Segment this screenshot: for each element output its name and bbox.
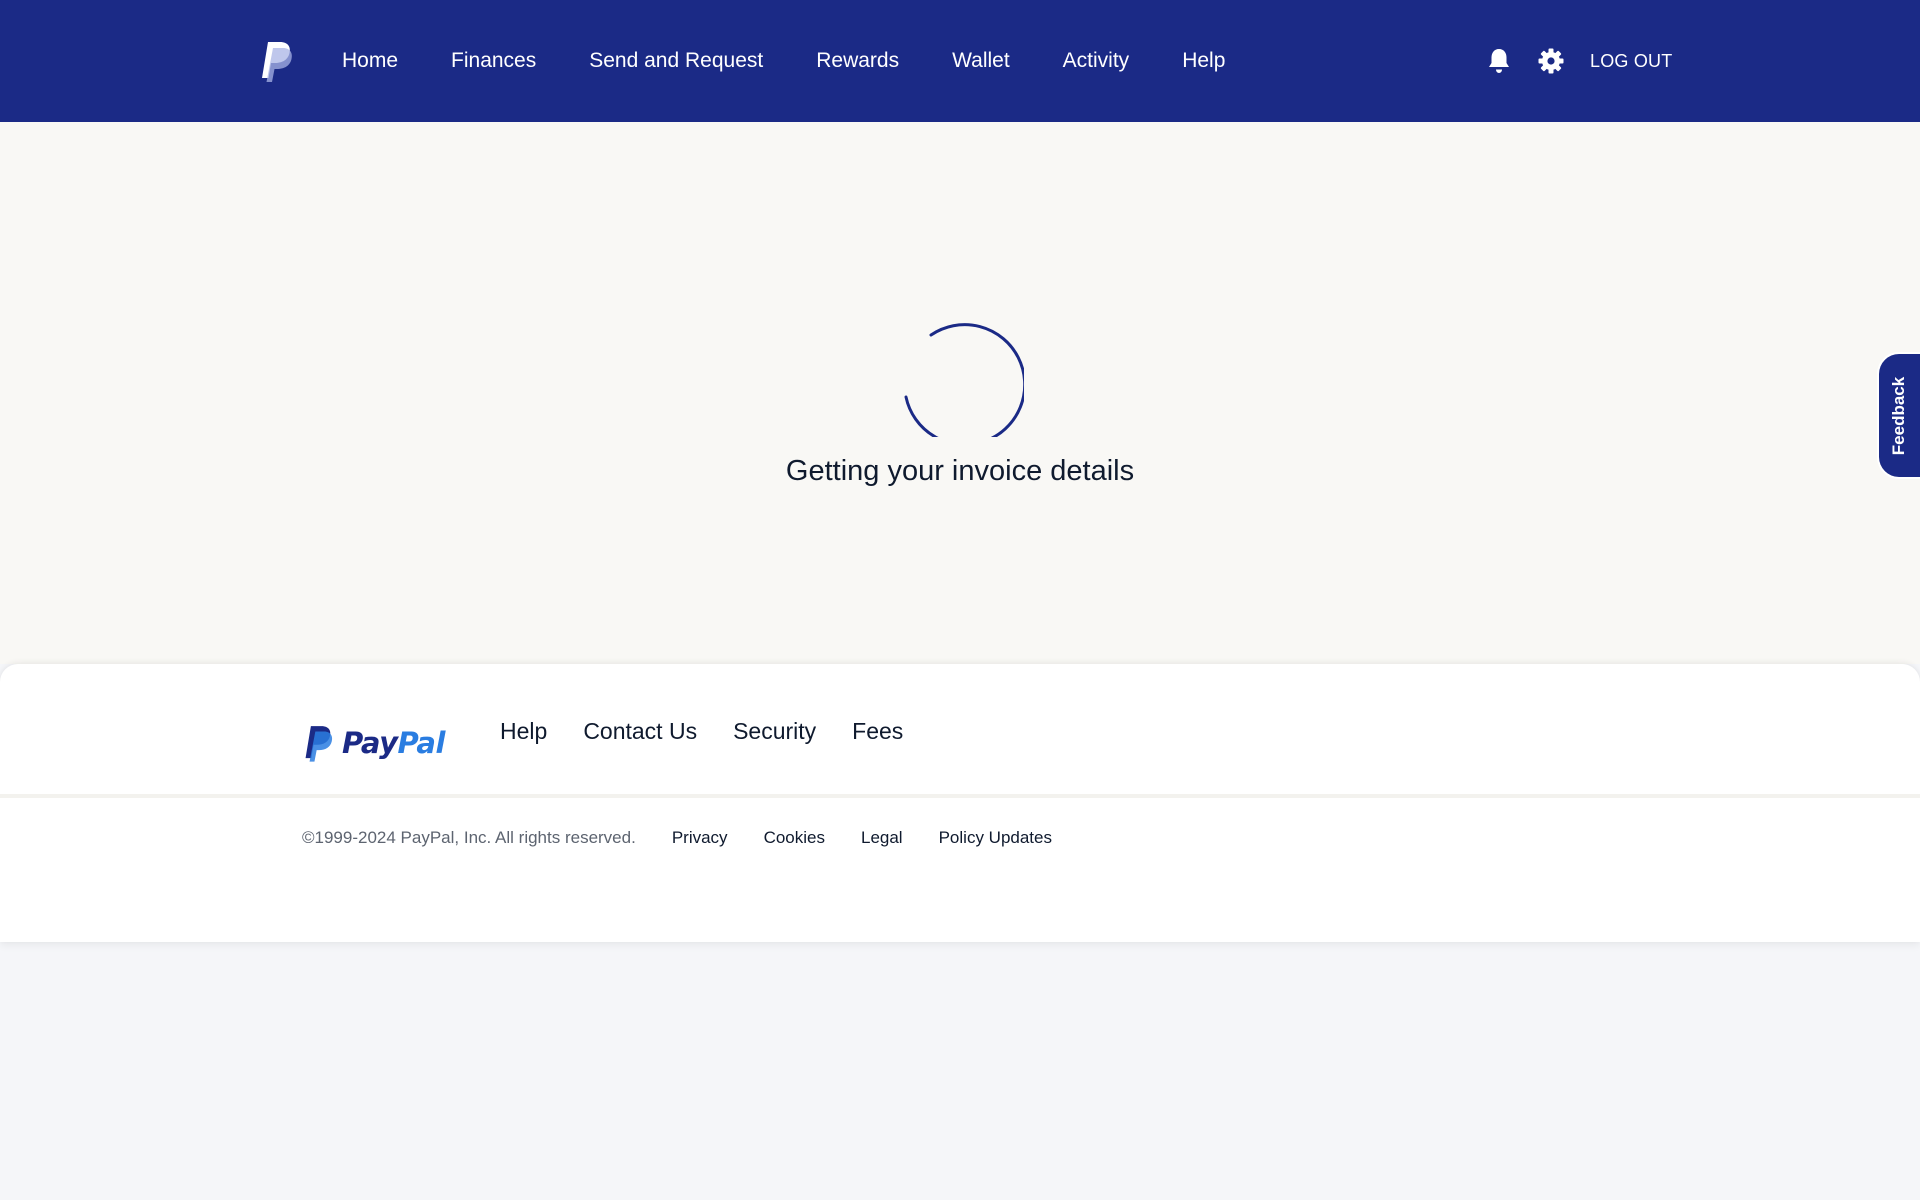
paypal-logo[interactable]: PayPal xyxy=(302,724,445,762)
logout-link[interactable]: LOG OUT xyxy=(1590,51,1672,72)
footer-primary: PayPal Help Contact Us Security Fees xyxy=(0,664,1920,798)
loading-spinner xyxy=(904,323,1024,437)
bell-icon xyxy=(1489,49,1509,73)
footer-link-fees[interactable]: Fees xyxy=(852,718,903,745)
settings-button[interactable] xyxy=(1536,46,1566,76)
footer-link-contact-us[interactable]: Contact Us xyxy=(583,718,697,745)
nav-help[interactable]: Help xyxy=(1182,49,1225,73)
copyright-text: ©1999-2024 PayPal, Inc. All rights reser… xyxy=(302,828,636,847)
feedback-label: Feedback xyxy=(1889,376,1909,455)
header-actions: LOG OUT xyxy=(1484,0,1672,122)
legal-link-policy-updates[interactable]: Policy Updates xyxy=(939,828,1052,848)
footer-link-security[interactable]: Security xyxy=(733,718,816,745)
feedback-tab[interactable]: Feedback xyxy=(1877,352,1920,479)
paypal-p-icon[interactable] xyxy=(258,40,294,82)
main-nav: Home Finances Send and Request Rewards W… xyxy=(342,0,1225,122)
loading-message: Getting your invoice details xyxy=(785,455,1135,487)
nav-wallet[interactable]: Wallet xyxy=(952,49,1010,73)
nav-finances[interactable]: Finances xyxy=(451,49,536,73)
gear-icon xyxy=(1538,48,1564,74)
paypal-wordmark: PayPal xyxy=(342,726,445,760)
footer-legal: ©1999-2024 PayPal, Inc. All rights reser… xyxy=(302,802,1088,874)
footer: PayPal Help Contact Us Security Fees ©19… xyxy=(0,664,1920,942)
paypal-p-icon xyxy=(305,726,333,762)
nav-send-and-request[interactable]: Send and Request xyxy=(589,49,763,73)
footer-link-help[interactable]: Help xyxy=(500,718,547,745)
nav-activity[interactable]: Activity xyxy=(1063,49,1130,73)
top-navigation-bar: Home Finances Send and Request Rewards W… xyxy=(0,0,1920,122)
legal-link-legal[interactable]: Legal xyxy=(861,828,903,848)
nav-rewards[interactable]: Rewards xyxy=(816,49,899,73)
footer-links: Help Contact Us Security Fees xyxy=(500,664,939,798)
legal-link-cookies[interactable]: Cookies xyxy=(764,828,825,848)
nav-home[interactable]: Home xyxy=(342,49,398,73)
loading-area: Getting your invoice details Feedback xyxy=(0,122,1920,664)
legal-link-privacy[interactable]: Privacy xyxy=(672,828,728,848)
notifications-button[interactable] xyxy=(1484,46,1514,76)
